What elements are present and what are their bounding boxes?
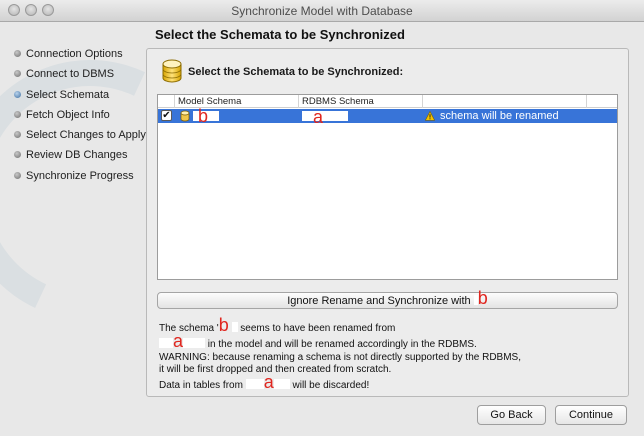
step-label: Synchronize Progress: [26, 169, 134, 182]
database-icon: [162, 59, 182, 83]
step-connection-options: Connection Options: [8, 46, 148, 66]
step-label: Select Schemata: [26, 88, 110, 101]
name-placeholder-box: [159, 337, 173, 348]
step-review-db-changes: Review DB Changes: [8, 147, 148, 167]
column-header-status[interactable]: [422, 95, 586, 108]
table-header: Model Schema RDBMS Schema: [158, 95, 617, 108]
schemata-panel: Select the Schemata to be Synchronized: …: [146, 48, 629, 397]
minimize-window-button[interactable]: [25, 4, 37, 16]
step-bullet-icon: [14, 110, 21, 118]
message-schema-name: b: [218, 315, 229, 335]
step-fetch-object-info: Fetch Object Info: [8, 107, 148, 127]
step-connect-to-dbms: Connect to DBMS: [8, 66, 148, 86]
rename-warning-message: The schema 'b seems to have been renamed…: [159, 316, 619, 393]
message-text: Data in tables from: [159, 380, 243, 392]
schema-checkbox[interactable]: ✔: [161, 110, 172, 121]
step-label: Fetch Object Info: [26, 108, 110, 121]
step-label: Review DB Changes: [26, 149, 128, 162]
close-window-button[interactable]: [8, 4, 20, 16]
step-bullet-icon: [14, 171, 21, 179]
ignore-rename-schema-name: b: [477, 288, 488, 308]
rdbms-schema-name-box: [302, 111, 348, 121]
name-placeholder-box: [245, 379, 264, 390]
zoom-window-button[interactable]: [42, 4, 54, 16]
message-old-schema-name: a: [173, 330, 184, 351]
column-header-filler: [586, 95, 617, 108]
step-bullet-icon: [14, 50, 21, 57]
rename-status-text: schema will be renamed: [440, 110, 559, 122]
step-select-changes: Select Changes to Apply: [8, 127, 148, 147]
message-text: seems to have been renamed from: [240, 323, 396, 334]
name-placeholder-box: [273, 379, 290, 390]
schema-database-icon: [180, 110, 190, 122]
window-title: Synchronize Model with Database: [231, 4, 413, 18]
go-back-button[interactable]: Go Back: [477, 405, 546, 425]
warning-icon: [425, 111, 435, 121]
wizard-steps-sidebar: Connection Options Connect to DBMS Selec…: [8, 46, 148, 188]
step-bullet-icon: [14, 70, 21, 78]
schemata-table[interactable]: Model Schema RDBMS Schema ✔ b a schema w…: [157, 94, 618, 280]
step-label: Connection Options: [26, 48, 123, 60]
step-bullet-icon: [14, 131, 21, 139]
step-active-bullet-icon: [14, 90, 21, 98]
page-title: Select the Schemata to be Synchronized: [155, 27, 405, 42]
rdbms-schema-name: a: [313, 107, 324, 127]
step-select-schemata: Select Schemata: [8, 87, 148, 107]
step-label: Select Changes to Apply: [26, 129, 146, 142]
title-bar: Synchronize Model with Database: [0, 0, 644, 22]
section-heading: Select the Schemata to be Synchronized:: [188, 66, 404, 78]
continue-button[interactable]: Continue: [555, 405, 627, 425]
message-discard-schema-name: a: [263, 372, 274, 393]
model-schema-name: b: [198, 106, 209, 126]
step-bullet-icon: [14, 151, 21, 159]
message-text: it will be first dropped and then create…: [159, 364, 392, 376]
column-header-model-schema[interactable]: Model Schema: [174, 95, 298, 108]
table-row[interactable]: ✔ b a schema will be renamed: [158, 106, 617, 127]
step-label: Connect to DBMS: [26, 68, 115, 81]
message-text: The schema ': [159, 323, 219, 334]
name-placeholder-box: [231, 322, 238, 332]
ignore-rename-label: Ignore Rename and Synchronize with: [287, 295, 471, 307]
name-placeholder-box: [183, 337, 206, 348]
message-text: WARNING: because renaming a schema is no…: [159, 351, 522, 363]
message-text: will be discarded!: [292, 380, 370, 392]
ignore-rename-button[interactable]: Ignore Rename and Synchronize with b: [157, 289, 618, 309]
step-synchronize-progress: Synchronize Progress: [8, 168, 148, 188]
message-text: in the model and will be renamed accordi…: [207, 338, 477, 350]
